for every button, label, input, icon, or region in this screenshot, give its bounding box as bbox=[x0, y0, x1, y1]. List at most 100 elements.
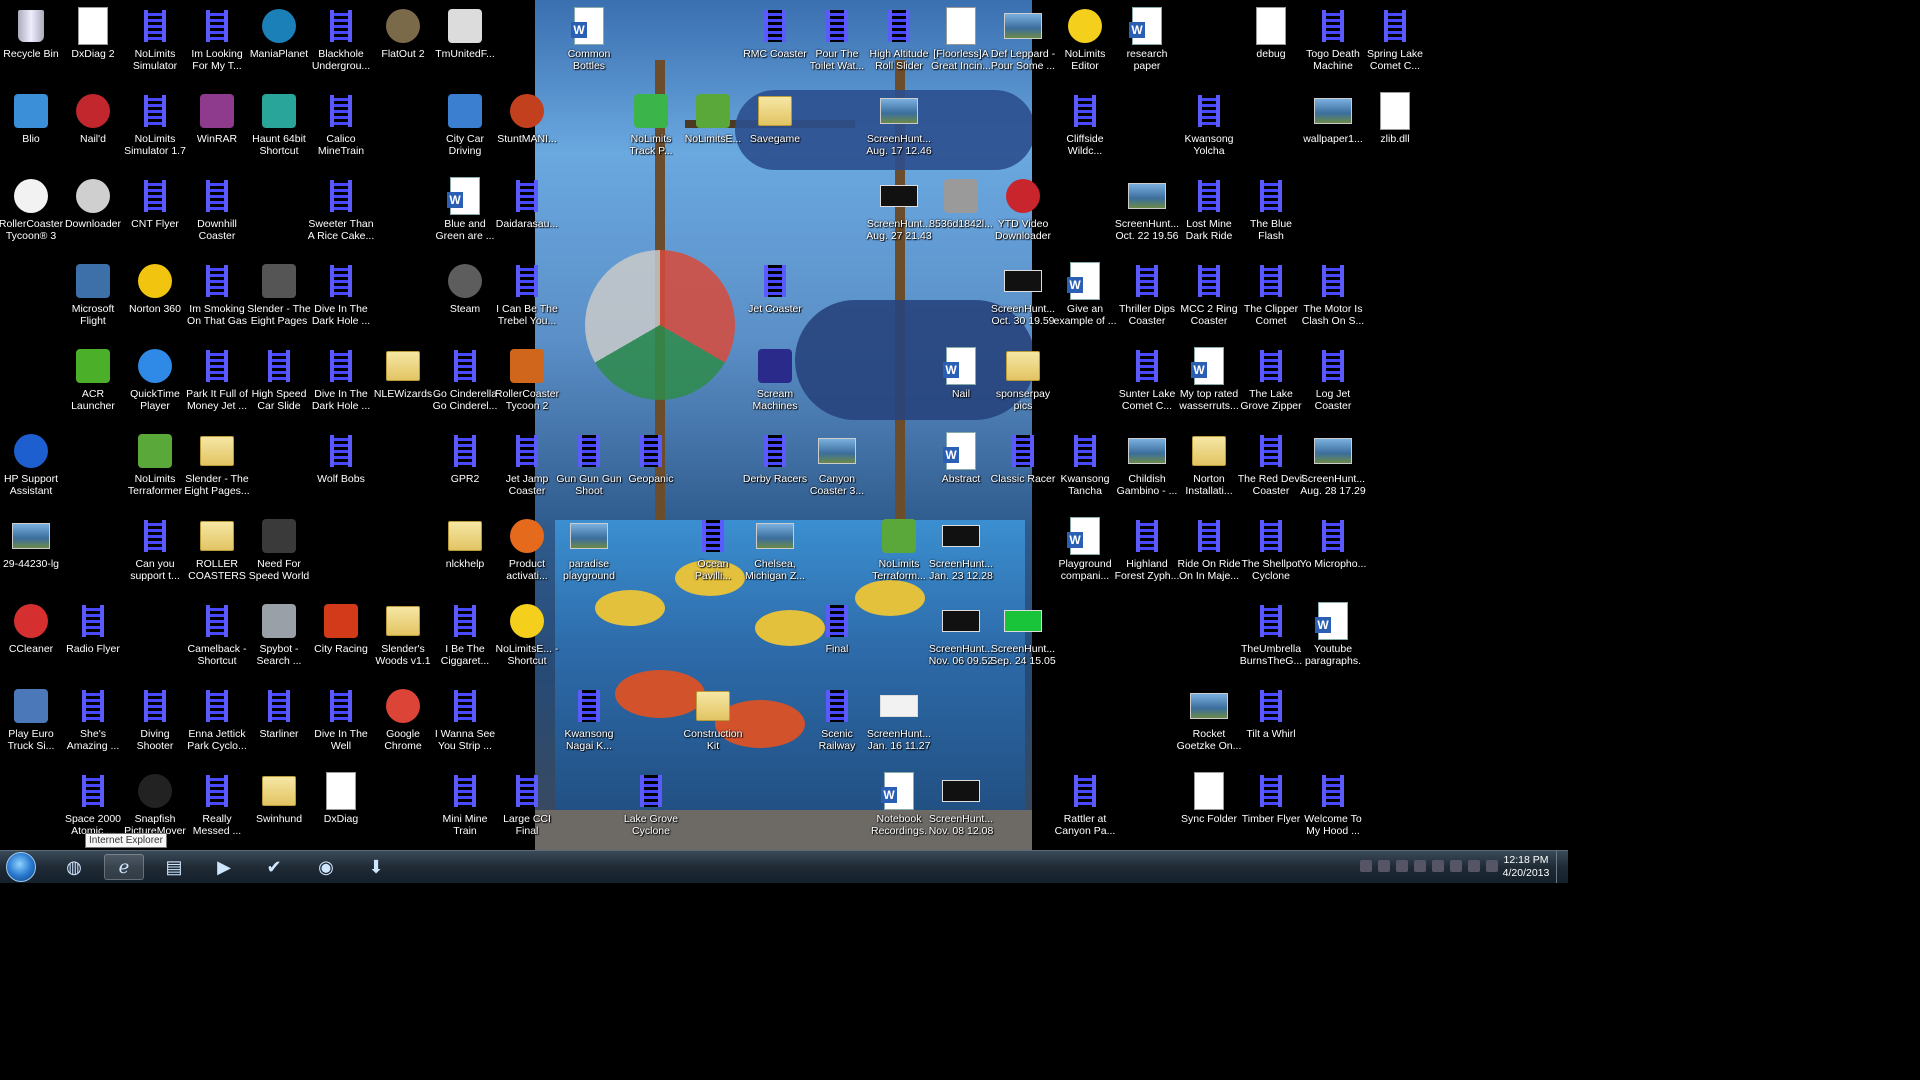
desktop-icon[interactable]: NoLimits Terraformer bbox=[124, 425, 186, 510]
desktop-icon[interactable]: debug bbox=[1240, 0, 1302, 85]
desktop-icon[interactable]: Really Messed ... bbox=[186, 765, 248, 850]
desktop-icon[interactable]: Log Jet Coaster bbox=[1302, 340, 1364, 425]
desktop-icon[interactable]: My top rated wasserruts... bbox=[1178, 340, 1240, 425]
desktop-icon[interactable]: The Motor Is Clash On S... bbox=[1302, 255, 1364, 340]
desktop-icon[interactable]: Chelsea, Michigan Z... bbox=[744, 510, 806, 595]
desktop-icon[interactable]: [Floorless]A Great Incin... bbox=[930, 0, 992, 85]
desktop-icon[interactable]: Need For Speed World bbox=[248, 510, 310, 595]
desktop-icon[interactable]: High Speed Car Slide bbox=[248, 340, 310, 425]
desktop-icon[interactable]: I Can Be The Trebel You... bbox=[496, 255, 558, 340]
desktop-icon[interactable]: ScreenHunt... Oct. 30 19.59 bbox=[991, 255, 1055, 340]
desktop-icon[interactable]: High Altitude Roll Slider bbox=[868, 0, 930, 85]
desktop-icon[interactable]: Lake Grove Cyclone bbox=[620, 765, 682, 850]
desktop-icon[interactable]: RollerCoaster Tycoon® 3 bbox=[0, 170, 63, 255]
desktop-icon[interactable]: Gun Gun Gun Shoot bbox=[556, 425, 622, 510]
desktop-icon[interactable]: ScreenHunt... Aug. 28 17.29 bbox=[1300, 425, 1366, 510]
desktop-icon[interactable]: Nail bbox=[930, 340, 992, 425]
desktop-icon[interactable]: Blue and Green are ... bbox=[434, 170, 496, 255]
desktop-icon[interactable]: Abstract bbox=[930, 425, 992, 510]
desktop-icon[interactable]: NoLimitsE... bbox=[682, 85, 744, 170]
desktop-icon[interactable]: Ride On Ride On In Maje... bbox=[1177, 510, 1241, 595]
desktop-icon[interactable]: I Be The Ciggaret... bbox=[434, 595, 496, 680]
desktop-icon[interactable]: Slender - The Eight Pages... bbox=[184, 425, 250, 510]
desktop-icon[interactable]: Daidarasau... bbox=[496, 170, 558, 255]
desktop-icon[interactable]: Togo Death Machine bbox=[1302, 0, 1364, 85]
desktop-icon[interactable]: Enna Jettick Park Cyclo... bbox=[186, 680, 248, 765]
signal-icon[interactable] bbox=[1486, 860, 1498, 872]
desktop-icon[interactable]: Highland Forest Zyph... bbox=[1115, 510, 1179, 595]
desktop-icon[interactable]: paradise playground bbox=[558, 510, 620, 595]
desktop-icon[interactable]: StuntMANI... bbox=[496, 85, 558, 170]
desktop-icon[interactable]: Pour The Toilet Wat... bbox=[806, 0, 868, 85]
volume-icon[interactable] bbox=[1468, 860, 1480, 872]
desktop-icon[interactable]: ScreenHunt... Sep. 24 15.05 bbox=[990, 595, 1056, 680]
file-explorer-icon[interactable]: ▤ bbox=[154, 854, 194, 880]
desktop-icon[interactable]: Downhill Coaster bbox=[186, 170, 248, 255]
desktop-icon[interactable]: TheUmbrella BurnsTheG... bbox=[1240, 595, 1302, 680]
desktop-icon[interactable]: She's Amazing ... bbox=[62, 680, 124, 765]
desktop-icon[interactable]: Slender's Woods v1.1 bbox=[372, 595, 434, 680]
desktop-icon[interactable]: Rattler at Canyon Pa... bbox=[1054, 765, 1116, 850]
desktop-icon[interactable]: Large CCI Final bbox=[496, 765, 558, 850]
desktop-icon[interactable]: I Wanna See You Strip ... bbox=[434, 680, 496, 765]
desktop-icon[interactable]: Welcome To My Hood ... bbox=[1302, 765, 1364, 850]
desktop-icon[interactable]: Dive In The Dark Hole ... bbox=[310, 255, 372, 340]
desktop-icon[interactable]: TmUnitedF... bbox=[434, 0, 496, 85]
desktop-icon[interactable]: NoLimits Simulator bbox=[124, 0, 186, 85]
task-icon[interactable]: ✔ bbox=[254, 854, 294, 880]
desktop-icon[interactable]: Savegame bbox=[744, 85, 806, 170]
desktop-icon[interactable]: Spring Lake Comet C... bbox=[1364, 0, 1426, 85]
desktop-icon[interactable]: 29-44230-lg bbox=[0, 510, 62, 595]
desktop-icon[interactable]: 8536d1842l... bbox=[929, 170, 993, 255]
desktop-icon[interactable]: City Racing bbox=[310, 595, 372, 680]
desktop-icon[interactable]: Sync Folder bbox=[1178, 765, 1240, 850]
desktop-icon[interactable]: NoLimits Editor bbox=[1054, 0, 1116, 85]
desktop-icon[interactable]: Cliffside Wildc... bbox=[1054, 85, 1116, 170]
desktop-icon[interactable]: The Lake Grove Zipper bbox=[1240, 340, 1302, 425]
desktop-icon[interactable]: DxDiag bbox=[310, 765, 372, 850]
desktop-icon[interactable]: NoLimitsE... - Shortcut bbox=[495, 595, 559, 680]
desktop-icon[interactable]: Jet Jamp Coaster bbox=[496, 425, 558, 510]
download-icon[interactable]: ⬇ bbox=[356, 854, 396, 880]
desktop-icon[interactable]: Construction Kit bbox=[682, 680, 744, 765]
desktop-icon[interactable]: NLEWizards bbox=[372, 340, 434, 425]
tray-icon-2[interactable] bbox=[1378, 860, 1390, 872]
desktop-icon[interactable]: Swinhund bbox=[248, 765, 310, 850]
desktop-icon[interactable]: Sweeter Than A Rice Cake... bbox=[308, 170, 374, 255]
desktop-icon[interactable]: Microsoft Flight bbox=[62, 255, 124, 340]
desktop-icon[interactable]: ACR Launcher bbox=[62, 340, 124, 425]
desktop-icon[interactable]: Common Bottles bbox=[558, 0, 620, 85]
desktop-icon[interactable]: Mini Mine Train bbox=[434, 765, 496, 850]
desktop-icon[interactable]: Haunt 64bit Shortcut bbox=[248, 85, 310, 170]
desktop-icon[interactable]: NoLimits Track P... bbox=[620, 85, 682, 170]
desktop-icon[interactable]: Notebook Recordings. bbox=[868, 765, 930, 850]
desktop-icon[interactable]: Lost Mine Dark Ride bbox=[1178, 170, 1240, 255]
desktop-icon[interactable]: CNT Flyer bbox=[124, 170, 186, 255]
desktop-icon[interactable]: Give an example of ... bbox=[1053, 255, 1117, 340]
desktop-icon[interactable]: Recycle Bin bbox=[0, 0, 62, 85]
desktop-icon[interactable]: The Red Devil Coaster bbox=[1238, 425, 1304, 510]
show-desktop-button[interactable] bbox=[1556, 851, 1569, 883]
desktop-icon[interactable]: wallpaper1... bbox=[1302, 85, 1364, 170]
desktop-icon[interactable]: CCleaner bbox=[0, 595, 62, 680]
desktop-icon[interactable]: Norton Installati... bbox=[1178, 425, 1240, 510]
desktop-icon[interactable]: RollerCoaster Tycoon 2 bbox=[495, 340, 559, 425]
desktop-icon[interactable]: ScreenHunt... Nov. 06 09.52 bbox=[929, 595, 993, 680]
desktop-icon[interactable]: Scenic Railway bbox=[806, 680, 868, 765]
desktop-icon[interactable]: ScreenHunt... Oct. 22 19.56 bbox=[1115, 170, 1179, 255]
desktop-icon[interactable]: NoLimits Simulator 1.7 bbox=[124, 85, 186, 170]
desktop-icon[interactable]: ScreenHunt... Jan. 23 12.28 bbox=[929, 510, 993, 595]
desktop-icon[interactable]: DxDiag 2 bbox=[62, 0, 124, 85]
desktop-icon[interactable]: Thriller Dips Coaster bbox=[1116, 255, 1178, 340]
desktop-icon[interactable]: Timber Flyer bbox=[1240, 765, 1302, 850]
desktop-icon[interactable]: Scream Machines bbox=[744, 340, 806, 425]
desktop-icon[interactable]: Def Leppard - Pour Some ... bbox=[991, 0, 1055, 85]
desktop-icon[interactable]: Steam bbox=[434, 255, 496, 340]
nvidia-tray-icon[interactable] bbox=[1396, 860, 1408, 872]
desktop-icon[interactable]: YTD Video Downloader bbox=[992, 170, 1054, 255]
desktop-icon[interactable]: The Shellpot Cyclone bbox=[1240, 510, 1302, 595]
desktop-icon[interactable]: Kwansong Yolcha bbox=[1178, 85, 1240, 170]
desktop-icon[interactable]: ScreenHunt... Aug. 17 12.46 bbox=[866, 85, 932, 170]
internet-explorer-icon[interactable]: ℯ bbox=[104, 854, 144, 880]
desktop-icon[interactable]: Jet Coaster bbox=[744, 255, 806, 340]
